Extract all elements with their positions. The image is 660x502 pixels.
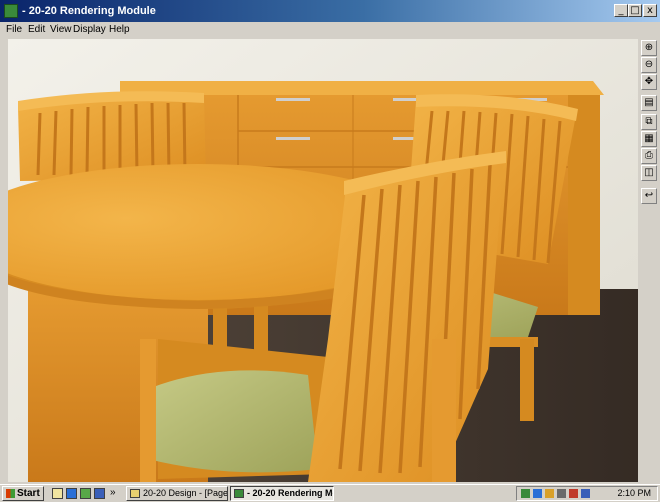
menu-edit[interactable]: Edit (28, 23, 45, 37)
task-button-rendering[interactable]: - 20-20 Rendering Mo... (230, 486, 334, 501)
pan-icon[interactable]: ✥ (641, 74, 657, 90)
tray-sync-icon[interactable] (581, 489, 590, 498)
start-label: Start (17, 488, 40, 499)
zoom-out-icon[interactable]: ⊖ (641, 57, 657, 73)
render-viewport[interactable] (8, 39, 638, 482)
task-button-design[interactable]: 20-20 Design - [Page10F... (126, 486, 228, 501)
tray-app-icon[interactable] (533, 489, 542, 498)
close-button[interactable]: x (643, 4, 657, 17)
menu-file[interactable]: File (6, 23, 22, 37)
taskbar: Start » 20-20 Design - [Page10F... - 20-… (0, 484, 660, 502)
rendering-app-icon (234, 489, 244, 498)
volume-icon[interactable] (545, 489, 554, 498)
copy-icon[interactable]: ⧉ (641, 114, 657, 130)
design-app-icon (130, 489, 140, 498)
show-desktop-icon[interactable] (52, 488, 63, 499)
menu-bar: File Edit View Display Help (0, 22, 660, 38)
maximize-button[interactable]: □ (628, 4, 642, 17)
task-label-active: - 20-20 Rendering Mo... (247, 488, 333, 498)
print-preview-icon[interactable]: ◫ (641, 165, 657, 181)
app-window: - 20-20 Rendering Module _ □ x File Edit… (0, 0, 660, 484)
render-icon[interactable]: ▦ (641, 131, 657, 147)
title-bar[interactable]: - 20-20 Rendering Module _ □ x (0, 0, 660, 22)
network-icon[interactable] (521, 489, 530, 498)
system-tray: 2:10 PM (516, 486, 658, 501)
page-icon[interactable]: ▤ (641, 95, 657, 111)
menu-view[interactable]: View (50, 23, 72, 37)
windows-logo-icon (6, 489, 15, 498)
print-icon[interactable]: ⎙ (641, 148, 657, 164)
quick-launch-icon[interactable] (80, 488, 91, 499)
start-button[interactable]: Start (2, 486, 44, 501)
clock: 2:10 PM (617, 488, 651, 498)
quick-launch-icon-2[interactable] (94, 488, 105, 499)
window-title: - 20-20 Rendering Module (22, 5, 156, 17)
menu-display[interactable]: Display (73, 23, 106, 37)
exit-icon[interactable]: ↩ (641, 188, 657, 204)
app-icon[interactable] (4, 4, 18, 18)
menu-help[interactable]: Help (109, 23, 130, 37)
tray-utility-icon[interactable] (557, 489, 566, 498)
quick-launch-overflow[interactable]: » (110, 485, 116, 500)
task-label: 20-20 Design - [Page10F... (143, 488, 228, 498)
minimize-button[interactable]: _ (614, 4, 628, 17)
zoom-in-icon[interactable]: ⊕ (641, 40, 657, 56)
rendered-scene (8, 39, 638, 482)
browser-icon[interactable] (66, 488, 77, 499)
tray-security-icon[interactable] (569, 489, 578, 498)
side-toolbar: ⊕ ⊖ ✥ ▤ ⧉ ▦ ⎙ ◫ ↩ (640, 40, 658, 480)
